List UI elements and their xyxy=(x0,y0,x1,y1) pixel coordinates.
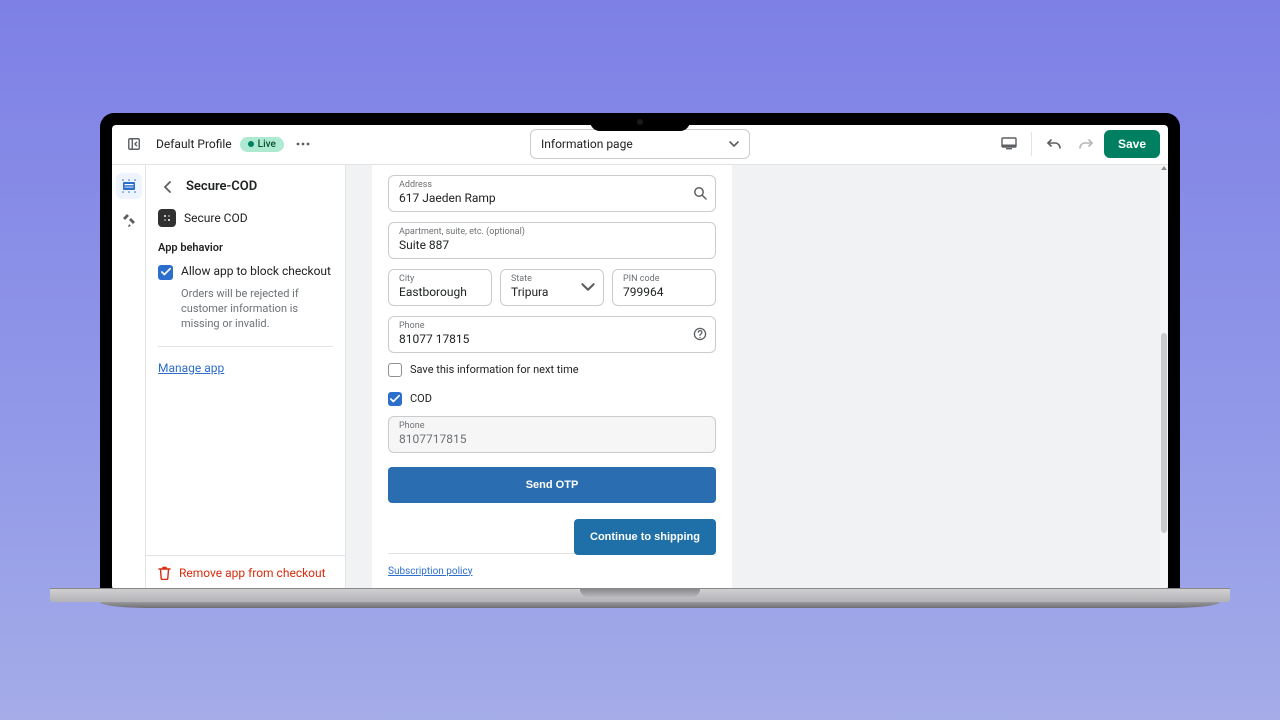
block-checkout-checkbox[interactable] xyxy=(158,265,173,280)
city-field[interactable]: City Eastborough xyxy=(388,269,492,306)
laptop-notch xyxy=(590,113,690,131)
app-row[interactable]: Secure COD xyxy=(158,207,333,237)
rail-apps-button[interactable] xyxy=(116,207,142,233)
undo-button[interactable] xyxy=(1040,130,1068,158)
send-otp-button[interactable]: Send OTP xyxy=(388,467,716,503)
continue-shipping-button[interactable]: Continue to shipping xyxy=(574,519,716,555)
exit-editor-button[interactable] xyxy=(120,130,148,158)
settings-sidebar: Secure-COD Secure COD App behavior Allo xyxy=(146,165,346,590)
trash-icon xyxy=(158,566,171,580)
apartment-field[interactable]: Apartment, suite, etc. (optional) Suite … xyxy=(388,222,716,259)
search-icon xyxy=(693,186,707,200)
live-badge: Live xyxy=(240,137,284,152)
state-select[interactable]: State Tripura xyxy=(500,269,604,306)
preview-scrollbar[interactable] xyxy=(1160,165,1168,590)
pincode-field[interactable]: PIN code 799964 xyxy=(612,269,716,306)
redo-button[interactable] xyxy=(1072,130,1100,158)
section-heading: App behavior xyxy=(158,241,333,254)
app-icon xyxy=(158,209,176,227)
scroll-up-icon[interactable] xyxy=(1160,165,1168,173)
subscription-policy-link[interactable]: Subscription policy xyxy=(388,566,472,577)
save-button[interactable]: Save xyxy=(1104,130,1160,158)
checkout-form: Address 617 Jaeden Ramp Apartment, suite… xyxy=(372,165,732,590)
sidebar-title: Secure-COD xyxy=(186,179,257,194)
page-selector[interactable]: Information page xyxy=(530,129,750,159)
scrollbar-thumb[interactable] xyxy=(1161,333,1167,533)
cod-checkbox[interactable] xyxy=(388,392,402,406)
remove-app-button[interactable]: Remove app from checkout xyxy=(146,555,345,590)
chevron-down-icon xyxy=(729,141,739,147)
manage-app-link[interactable]: Manage app xyxy=(158,361,333,375)
back-button[interactable] xyxy=(158,177,178,197)
checkout-preview: Address 617 Jaeden Ramp Apartment, suite… xyxy=(346,165,1168,590)
desktop-view-button[interactable] xyxy=(995,130,1023,158)
rail-sections-button[interactable] xyxy=(116,173,142,199)
chevron-down-icon xyxy=(581,280,595,294)
profile-more-button[interactable] xyxy=(292,130,314,158)
save-info-checkbox[interactable] xyxy=(388,363,402,377)
help-icon[interactable] xyxy=(693,327,707,341)
profile-selector[interactable]: Default Profile Live xyxy=(156,130,314,158)
address-field[interactable]: Address 617 Jaeden Ramp xyxy=(388,175,716,212)
phone-field[interactable]: Phone 81077 17815 xyxy=(388,316,716,353)
left-rail xyxy=(112,165,146,590)
editor-topbar: Default Profile Live Information page xyxy=(112,125,1168,165)
cod-phone-field: Phone 8107717815 xyxy=(388,416,716,453)
